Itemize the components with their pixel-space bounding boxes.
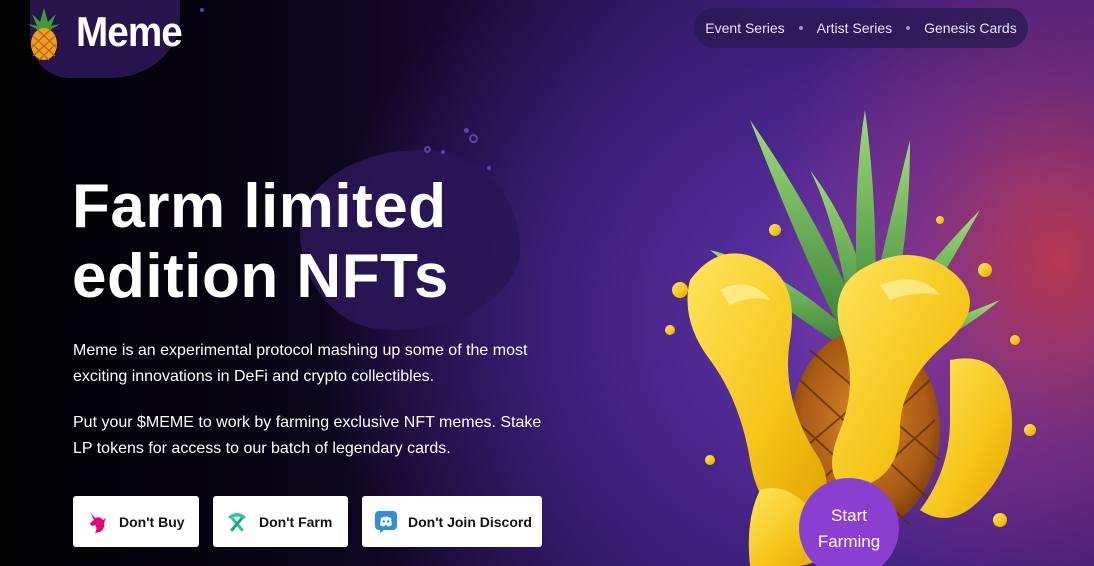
dont-buy-label: Don't Buy: [119, 513, 185, 530]
nav-item-genesis-cards[interactable]: Genesis Cards: [924, 20, 1017, 36]
hero-title-line1: Farm limited: [72, 172, 447, 241]
top-nav: Event Series Artist Series Genesis Cards: [694, 8, 1028, 48]
decor-dot: [487, 166, 491, 170]
hero-title: Farm limited edition NFTs: [72, 172, 532, 312]
nav-item-event-series[interactable]: Event Series: [705, 20, 784, 36]
start-farming-line1: Start: [831, 506, 867, 525]
dont-farm-label: Don't Farm: [259, 513, 333, 530]
hero-title-line2: edition NFTs: [72, 242, 449, 311]
pickaxe-icon: [225, 510, 249, 534]
unicorn-icon: [85, 510, 109, 534]
start-farming-line2: Farming: [817, 532, 881, 551]
dont-join-discord-label: Don't Join Discord: [408, 513, 532, 530]
pineapple-logo-icon: [26, 6, 62, 61]
decor-dot: [469, 134, 478, 143]
discord-icon: [374, 510, 398, 534]
decor-dot: [441, 150, 445, 154]
brand-name: Meme: [76, 8, 183, 55]
dont-buy-button[interactable]: Don't Buy: [73, 496, 199, 547]
brand-logo[interactable]: Meme: [26, 6, 191, 61]
dont-join-discord-button[interactable]: Don't Join Discord: [362, 496, 542, 547]
nav-separator: [906, 26, 911, 30]
decor-dot: [424, 146, 431, 153]
hero-paragraph-2: Put your $MEME to work by farming exclus…: [73, 414, 542, 457]
decor-dot: [200, 8, 204, 12]
nav-item-artist-series[interactable]: Artist Series: [817, 20, 892, 36]
decor-dot: [464, 128, 469, 133]
dont-farm-button[interactable]: Don't Farm: [213, 496, 348, 547]
hero-paragraph-1: Meme is an experimental protocol mashing…: [73, 342, 528, 385]
nav-separator: [798, 26, 803, 30]
